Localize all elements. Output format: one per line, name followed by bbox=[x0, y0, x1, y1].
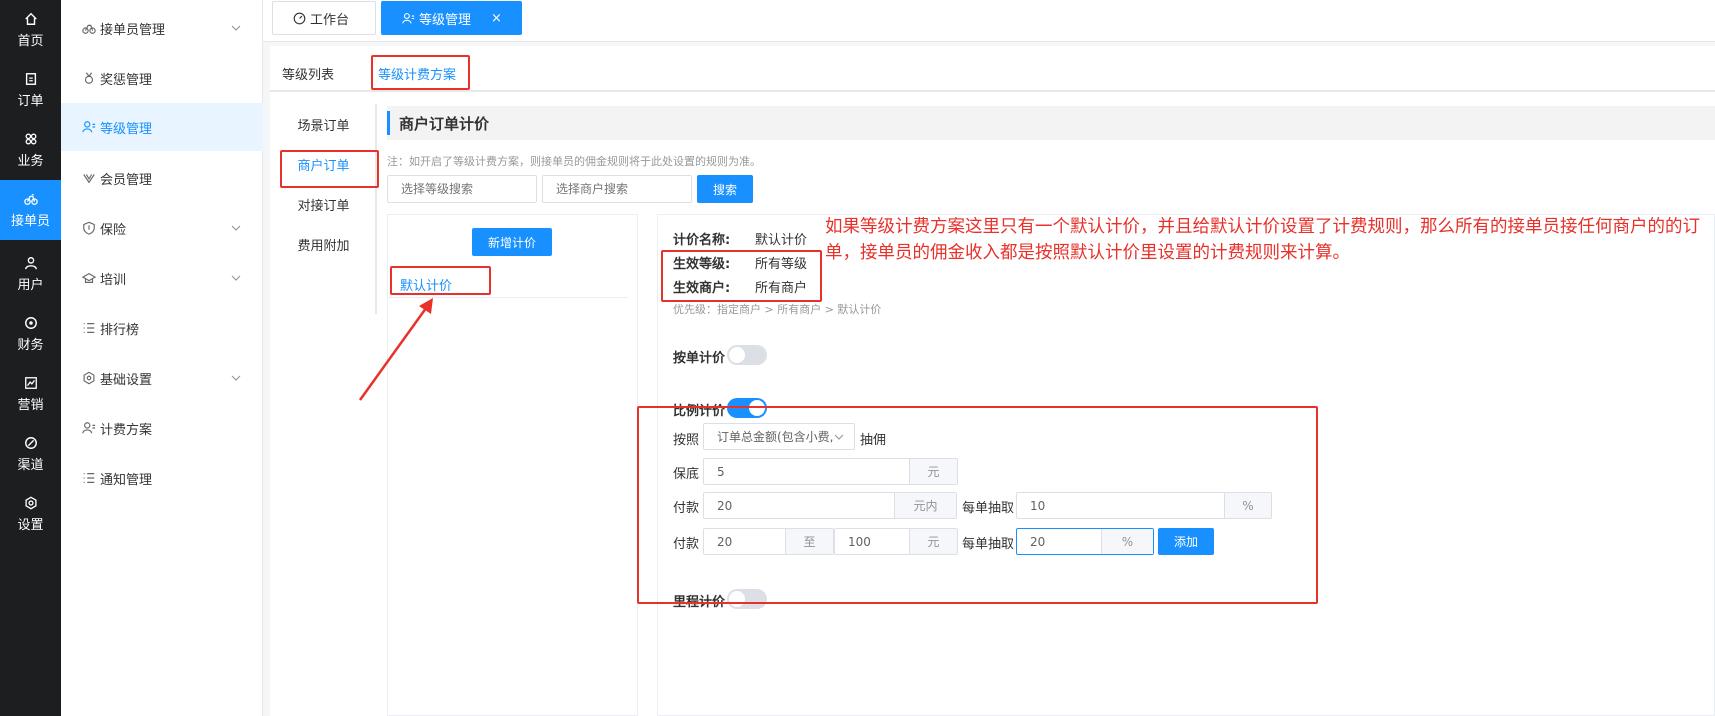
side-menu: 接单员管理 奖惩管理 等级管理 会员管理 保险 培训 排行榜 基础设置 计费方案… bbox=[61, 0, 263, 716]
finance-icon bbox=[24, 316, 37, 329]
rail-item-label: 首页 bbox=[17, 33, 44, 49]
annotation-box-scope bbox=[661, 250, 822, 302]
priority-hint: 优先级：指定商户 > 所有商户 > 默认计价 bbox=[673, 303, 882, 316]
shield-icon bbox=[82, 221, 96, 235]
main-rail: 首页 订单 业务 接单员 用户 财务 营销 渠道 设置 bbox=[0, 0, 61, 716]
annotation-box-merchant-order-tab bbox=[280, 150, 379, 188]
tab-bar: 工作台 等级管理 × bbox=[263, 0, 1715, 42]
dashboard-icon bbox=[293, 12, 306, 24]
menu-item-basic-settings[interactable]: 基础设置 bbox=[61, 354, 263, 402]
user-list-icon bbox=[82, 120, 96, 134]
courier-icon bbox=[23, 193, 38, 205]
user-list-icon bbox=[82, 421, 96, 435]
merchant-search-input[interactable] bbox=[542, 175, 692, 203]
user-icon bbox=[24, 256, 37, 269]
menu-item-notification[interactable]: 通知管理 bbox=[61, 454, 263, 502]
chevron-down-icon bbox=[231, 25, 241, 31]
rail-item-home[interactable]: 首页 bbox=[0, 0, 61, 60]
channel-icon bbox=[24, 436, 37, 449]
menu-item-level-management[interactable]: 等级管理 bbox=[61, 103, 263, 151]
rail-item-settings[interactable]: 设置 bbox=[0, 484, 61, 544]
menu-item-label: 奖惩管理 bbox=[100, 72, 153, 88]
user-list-icon bbox=[402, 12, 415, 23]
business-icon bbox=[25, 133, 36, 144]
menu-item-rewards[interactable]: 奖惩管理 bbox=[61, 54, 263, 102]
annotation-box-ratio-rules bbox=[637, 406, 1318, 604]
rail-item-label: 业务 bbox=[17, 153, 44, 169]
menu-item-courier-management[interactable]: 接单员管理 bbox=[61, 4, 263, 52]
vtab-docking-order[interactable]: 对接订单 bbox=[270, 184, 377, 224]
subtab-level-list[interactable]: 等级列表 bbox=[282, 64, 334, 83]
close-icon[interactable]: × bbox=[491, 11, 502, 26]
rail-item-label: 财务 bbox=[17, 337, 44, 353]
tab-label: 等级管理 bbox=[419, 12, 472, 28]
add-pricing-button[interactable]: 新增计价 bbox=[472, 228, 552, 256]
menu-item-label: 等级管理 bbox=[100, 121, 153, 137]
rail-item-label: 营销 bbox=[17, 397, 44, 413]
settings-icon bbox=[24, 496, 37, 509]
annotation-text: 如果等级计费方案这里只有一个默认计价，并且给默认计价设置了计费规则，那么所有的接… bbox=[825, 217, 1700, 263]
rail-item-courier[interactable]: 接单员 bbox=[0, 180, 61, 240]
level-search-input[interactable] bbox=[387, 175, 537, 203]
section-note: 注：如开启了等级计费方案，则接单员的佣金规则将于此处设置的规则为准。 bbox=[387, 155, 761, 168]
chevron-down-icon bbox=[231, 225, 241, 231]
menu-item-insurance[interactable]: 保险 bbox=[61, 204, 263, 252]
menu-item-label: 基础设置 bbox=[100, 372, 153, 388]
menu-item-label: 会员管理 bbox=[100, 172, 153, 188]
hexagon-icon bbox=[82, 371, 96, 385]
chevron-down-icon bbox=[231, 375, 241, 381]
tab-label: 工作台 bbox=[310, 12, 350, 28]
menu-item-label: 培训 bbox=[100, 272, 127, 288]
chevron-down-icon bbox=[231, 275, 241, 281]
menu-item-member-management[interactable]: 会员管理 bbox=[61, 154, 263, 202]
menu-item-label: 保险 bbox=[100, 222, 127, 238]
order-icon bbox=[25, 72, 36, 85]
home-icon bbox=[24, 12, 37, 25]
rail-item-channel[interactable]: 渠道 bbox=[0, 424, 61, 484]
menu-item-label: 通知管理 bbox=[100, 472, 153, 488]
menu-item-billing-plan[interactable]: 计费方案 bbox=[61, 404, 263, 452]
rail-item-label: 订单 bbox=[17, 93, 44, 109]
section-title: 商户订单计价 bbox=[387, 106, 1715, 140]
rail-item-business[interactable]: 业务 bbox=[0, 120, 61, 180]
order-type-tabs: 场景订单 商户订单 对接订单 费用附加 bbox=[270, 104, 377, 314]
menu-item-leaderboard[interactable]: 排行榜 bbox=[61, 304, 263, 352]
rail-item-label: 渠道 bbox=[17, 457, 44, 473]
training-icon bbox=[82, 271, 96, 285]
vtab-scene-order[interactable]: 场景订单 bbox=[270, 104, 377, 144]
menu-item-training[interactable]: 培训 bbox=[61, 254, 263, 302]
per-order-toggle[interactable] bbox=[727, 345, 767, 365]
rail-item-label: 设置 bbox=[17, 517, 44, 533]
rail-item-order[interactable]: 订单 bbox=[0, 60, 61, 120]
rail-item-marketing[interactable]: 营销 bbox=[0, 364, 61, 424]
rail-item-label: 用户 bbox=[17, 277, 44, 293]
annotation-arrow-icon bbox=[358, 298, 433, 401]
list-icon bbox=[82, 471, 96, 485]
content-panel: 等级列表 等级计费方案 场景订单 商户订单 对接订单 费用附加 商户订单计价 注… bbox=[270, 46, 1715, 716]
tab-workbench[interactable]: 工作台 bbox=[272, 1, 376, 35]
vip-icon bbox=[82, 171, 96, 185]
rail-item-user[interactable]: 用户 bbox=[0, 244, 61, 304]
marketing-icon bbox=[24, 376, 37, 389]
sub-tabs: 等级列表 等级计费方案 bbox=[270, 56, 1715, 92]
vtab-extra-fee[interactable]: 费用附加 bbox=[270, 224, 377, 264]
rail-item-finance[interactable]: 财务 bbox=[0, 304, 61, 364]
medal-icon bbox=[82, 71, 96, 85]
name-label: 计价名称: bbox=[673, 233, 731, 248]
tab-level-management[interactable]: 等级管理 × bbox=[381, 1, 522, 35]
per-order-label: 按单计价 bbox=[673, 351, 726, 366]
annotation-box-billing-plan-tab bbox=[371, 55, 470, 90]
list-icon bbox=[82, 321, 96, 335]
name-value: 默认计价 bbox=[755, 233, 808, 248]
toggle-knob bbox=[729, 347, 745, 363]
menu-item-label: 排行榜 bbox=[100, 322, 140, 338]
menu-item-label: 接单员管理 bbox=[100, 22, 166, 38]
rail-item-label: 接单员 bbox=[10, 213, 50, 229]
search-button[interactable]: 搜索 bbox=[697, 175, 753, 203]
bike-icon bbox=[82, 21, 96, 35]
menu-item-label: 计费方案 bbox=[100, 422, 153, 438]
